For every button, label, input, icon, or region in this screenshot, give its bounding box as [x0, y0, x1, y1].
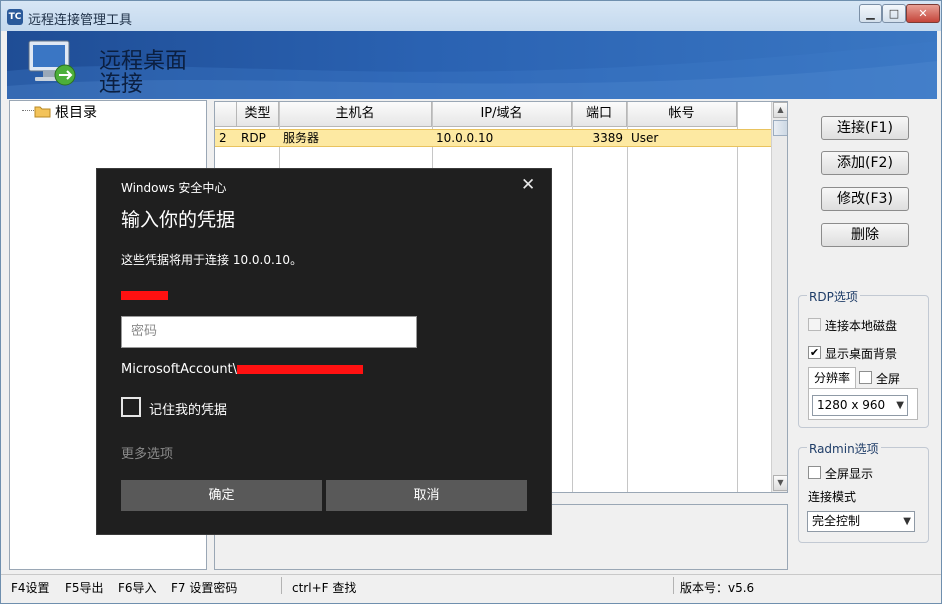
column-divider [737, 102, 738, 492]
window-title: 远程连接管理工具 [28, 13, 133, 28]
connect-mode-label: 连接模式 [808, 490, 857, 504]
status-f7: F7 设置密码 [171, 581, 238, 595]
cancel-button[interactable]: 取消 [326, 480, 527, 511]
row-account: User [631, 131, 659, 145]
minimize-button[interactable]: ▁ [859, 4, 882, 23]
dialog-header: Windows 安全中心 [121, 181, 227, 195]
close-icon[interactable]: ✕ [521, 175, 535, 195]
radmin-fullscreen-checkbox[interactable] [808, 466, 821, 479]
col-header-ip[interactable]: IP/域名 [432, 102, 572, 127]
status-f4: F4设置 [11, 581, 50, 595]
radmin-options-group: Radmin选项 全屏显示 连接模式 完全控制 ▼ [798, 440, 929, 543]
col-header-port[interactable]: 端口 [572, 102, 627, 127]
col-header-host[interactable]: 主机名 [279, 102, 432, 127]
row-port: 3389 [592, 131, 623, 145]
column-divider [572, 102, 573, 492]
row-ip: 10.0.0.10 [436, 131, 494, 145]
remember-credentials-checkbox[interactable] [121, 397, 141, 417]
banner-title-line2: 连接 [99, 72, 144, 97]
show-background-checkbox[interactable]: ✔ [808, 346, 821, 359]
row-host: 服务器 [283, 131, 320, 145]
local-disk-label: 连接本地磁盘 [825, 319, 898, 333]
password-field[interactable]: 密码 [121, 316, 417, 348]
header-banner: 远程桌面 连接 [7, 31, 937, 99]
status-divider [281, 577, 282, 594]
app-icon: TC [7, 9, 23, 25]
status-find: ctrl+F 查找 [292, 581, 357, 595]
radmin-options-label: Radmin选项 [807, 440, 881, 457]
radmin-fullscreen-label: 全屏显示 [825, 467, 874, 481]
grid-vertical-scrollbar[interactable]: ▲ ▼ [771, 102, 787, 492]
connect-mode-select[interactable]: 完全控制 ▼ [807, 511, 915, 532]
scroll-up-icon[interactable]: ▲ [773, 102, 787, 118]
scrollbar-thumb[interactable] [773, 120, 787, 136]
redacted-username [121, 291, 168, 300]
delete-button[interactable]: 删除 [821, 223, 909, 247]
chevron-down-icon: ▼ [903, 516, 911, 527]
resolution-value: 1280 x 960 [817, 398, 886, 412]
credential-dialog: Windows 安全中心 ✕ 输入你的凭据 这些凭据将用于连接 10.0.0.1… [96, 168, 552, 535]
chevron-down-icon: ▼ [896, 400, 904, 411]
redacted-account [237, 365, 363, 374]
resolution-select[interactable]: 1280 x 960 ▼ [812, 395, 908, 416]
connect-button[interactable]: 连接(F1) [821, 116, 909, 140]
fullscreen-checkbox[interactable] [859, 371, 872, 384]
tree-root-item[interactable]: 根目录 [55, 102, 97, 122]
folder-icon [34, 106, 51, 118]
column-divider [627, 102, 628, 492]
tab-resolution[interactable]: 分辨率 [808, 367, 856, 389]
scroll-down-icon[interactable]: ▼ [773, 475, 787, 491]
status-f5: F5导出 [65, 581, 104, 595]
row-index: 2 [219, 131, 227, 145]
tree-connector [22, 110, 34, 111]
edit-button[interactable]: 修改(F3) [821, 187, 909, 211]
more-options-link[interactable]: 更多选项 [121, 443, 173, 462]
title-bar[interactable]: TC 远程连接管理工具 ▁ □ ✕ [1, 1, 941, 31]
add-button[interactable]: 添加(F2) [821, 151, 909, 175]
status-bar: F4设置 F5导出 F6导入 F7 设置密码 ctrl+F 查找 版本号：v5.… [1, 574, 941, 603]
status-version: 版本号：v5.6 [680, 581, 755, 595]
dialog-description: 这些凭据将用于连接 10.0.0.10。 [121, 253, 303, 267]
connect-mode-value: 完全控制 [812, 514, 861, 528]
dialog-title: 输入你的凭据 [121, 209, 236, 231]
row-type: RDP [241, 131, 266, 145]
local-disk-checkbox[interactable] [808, 318, 821, 331]
grid-corner-header [215, 102, 237, 127]
rdp-options-group: RDP选项 连接本地磁盘 ✔ 显示桌面背景 分辨率 全屏 1280 x 960 … [798, 288, 929, 428]
close-window-button[interactable]: ✕ [906, 4, 940, 23]
fullscreen-label: 全屏 [876, 372, 901, 386]
rdp-options-label: RDP选项 [807, 288, 860, 305]
maximize-button[interactable]: □ [882, 4, 906, 23]
account-prefix: MicrosoftAccount\ [121, 362, 238, 377]
status-divider [673, 577, 674, 594]
remember-credentials-label: 记住我的凭据 [149, 403, 228, 418]
show-background-label: 显示桌面背景 [825, 347, 898, 361]
remote-desktop-icon [28, 40, 76, 86]
ok-button[interactable]: 确定 [121, 480, 322, 511]
col-header-type[interactable]: 类型 [237, 102, 279, 127]
status-f6: F6导入 [118, 581, 157, 595]
col-header-account[interactable]: 帐号 [627, 102, 737, 127]
